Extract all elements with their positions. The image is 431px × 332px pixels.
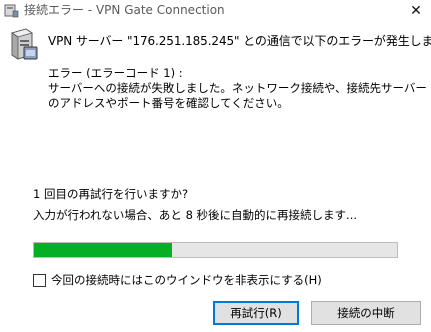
vpn-server-error-icon <box>11 28 38 60</box>
retry-button[interactable]: 再試行(R) <box>213 301 299 325</box>
progress-fill <box>34 243 172 257</box>
hide-window-checkbox-label[interactable]: 今回の接続時にはこのウインドウを非表示にする(H) <box>51 272 322 288</box>
abort-connection-button[interactable]: 接続の中断 <box>311 301 421 325</box>
error-details: エラー (エラーコード 1) : サーバーへの接続が失敗しました。ネットワーク接… <box>48 66 427 111</box>
reconnect-countdown: 入力が行われない場合、あと 8 秒後に自動的に再接続します... <box>33 208 358 222</box>
checkbox-box[interactable] <box>33 273 46 287</box>
connection-error-dialog: 接続エラー - VPN Gate Connection ✕ VPN サーバー "… <box>0 0 431 332</box>
countdown-progress-bar <box>33 242 398 258</box>
error-code-text: エラー (エラーコード 1) : <box>48 66 183 80</box>
error-detail-line-1: サーバーへの接続が失敗しました。ネットワーク接続や、接続先サーバー <box>48 81 427 95</box>
close-button[interactable]: ✕ <box>401 0 431 22</box>
error-detail-line-2: のアドレスやポート番号を確認してください。 <box>48 96 289 110</box>
vpn-connection-icon <box>4 4 19 18</box>
retry-question: 1 回目の再試行を行いますか? <box>33 187 189 201</box>
window-title: 接続エラー - VPN Gate Connection <box>24 3 225 17</box>
error-headline: VPN サーバー "176.251.185.245" との通信で以下のエラーが発… <box>48 34 431 48</box>
close-icon: ✕ <box>410 3 422 19</box>
title-bar: 接続エラー - VPN Gate Connection ✕ <box>0 0 431 22</box>
hide-window-checkbox[interactable]: 今回の接続時にはこのウインドウを非表示にする(H) <box>33 272 322 288</box>
